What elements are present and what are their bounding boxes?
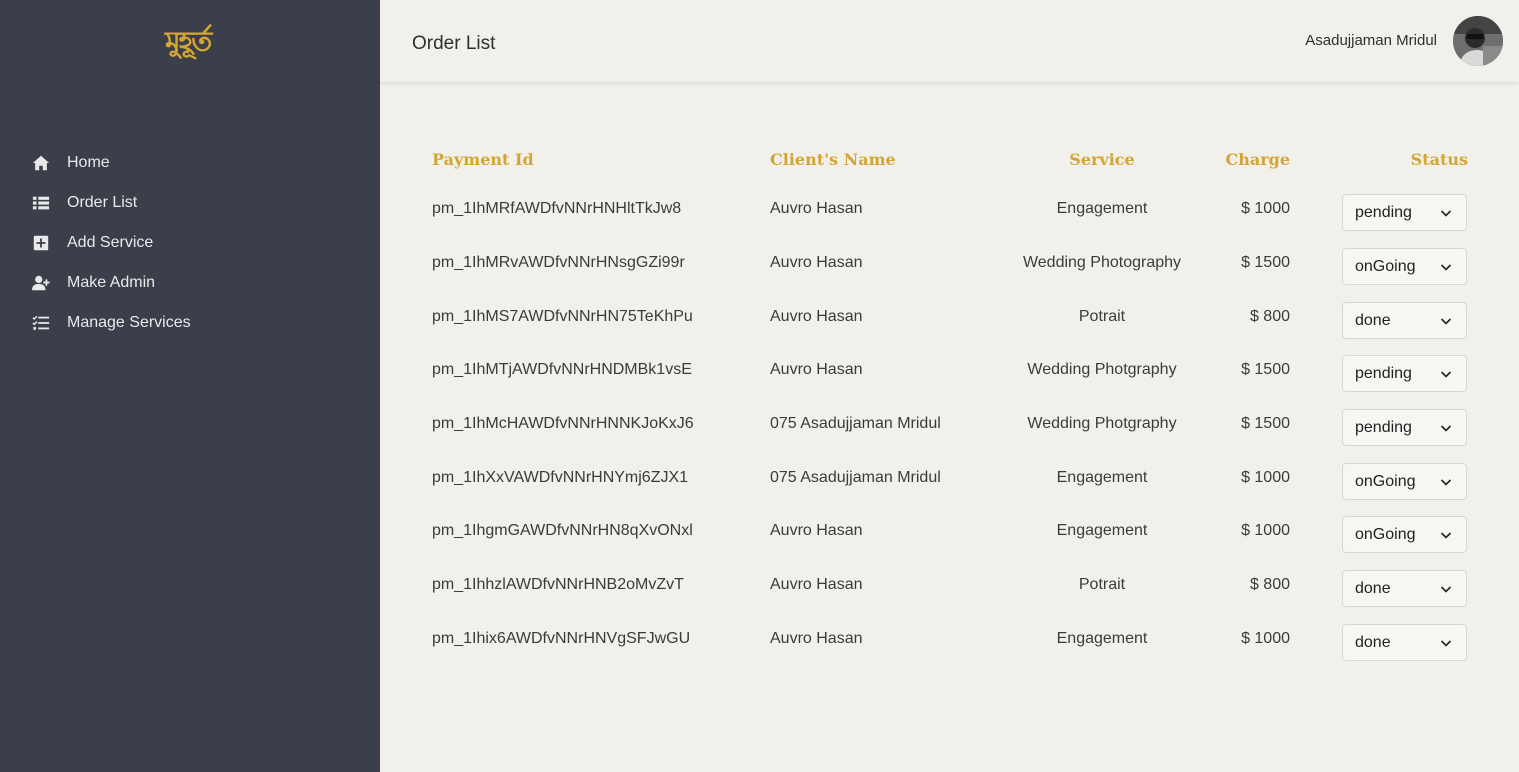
payment-id-cell: pm_1Ihix6AWDfvNNrHNVgSFJwGU bbox=[432, 630, 691, 647]
column-header-service: Service bbox=[1069, 150, 1135, 169]
table-row: pm_1IhMS7AWDfvNNrHN75TeKhPu Auvro Hasan … bbox=[432, 302, 1468, 342]
table-row: pm_1IhMcHAWDfvNNrHNNKJoKxJ6 075 Asadujja… bbox=[432, 409, 1468, 449]
chevron-down-icon bbox=[1440, 210, 1452, 217]
payment-id-cell: pm_1IhMRvAWDfvNNrHNsgGZi99r bbox=[432, 254, 685, 271]
charge-cell: $ 1500 bbox=[1241, 361, 1290, 378]
status-select[interactable]: pending bbox=[1342, 355, 1467, 392]
chevron-down-icon bbox=[1440, 371, 1452, 378]
sidebar: মুহূর্ত Home Order List Add Service Make… bbox=[0, 0, 380, 772]
service-cell: Engagement bbox=[1056, 200, 1148, 217]
status-value: pending bbox=[1355, 418, 1412, 436]
chevron-down-icon bbox=[1440, 425, 1452, 432]
sidebar-item-home[interactable]: Home bbox=[0, 143, 380, 183]
plus-square-icon bbox=[31, 233, 51, 253]
chevron-down-icon bbox=[1440, 532, 1452, 539]
sidebar-item-label: Home bbox=[67, 154, 110, 171]
table-row: pm_1IhhzlAWDfvNNrHNB2oMvZvT Auvro Hasan … bbox=[432, 570, 1468, 610]
charge-cell: $ 800 bbox=[1249, 576, 1290, 593]
status-select[interactable]: done bbox=[1342, 624, 1467, 661]
column-header-status: Status bbox=[1410, 150, 1468, 169]
service-cell: Engagement bbox=[1056, 469, 1148, 486]
charge-cell: $ 1000 bbox=[1241, 630, 1290, 647]
table-row: pm_1IhMRvAWDfvNNrHNsgGZi99r Auvro Hasan … bbox=[432, 248, 1468, 288]
home-icon bbox=[31, 153, 51, 173]
chevron-down-icon bbox=[1440, 640, 1452, 647]
service-cell: Wedding Photgraphy bbox=[1027, 361, 1177, 378]
charge-cell: $ 800 bbox=[1249, 308, 1290, 325]
status-select[interactable]: done bbox=[1342, 302, 1467, 339]
sidebar-item-label: Order List bbox=[67, 194, 138, 211]
chevron-down-icon bbox=[1440, 479, 1452, 486]
service-cell: Wedding Photgraphy bbox=[1027, 415, 1177, 432]
sidebar-item-label: Manage Services bbox=[67, 314, 191, 331]
service-cell: Potrait bbox=[1078, 576, 1126, 593]
service-cell: Engagement bbox=[1056, 522, 1148, 539]
column-header-charge: Charge bbox=[1225, 150, 1290, 169]
chevron-down-icon bbox=[1440, 586, 1452, 593]
tasks-icon bbox=[31, 313, 51, 333]
user-name: Asadujjaman Mridul bbox=[1305, 32, 1437, 49]
brand-logo[interactable]: মুহূর্ত bbox=[165, 20, 212, 67]
payment-id-cell: pm_1IhMTjAWDfvNNrHNDMBk1vsE bbox=[432, 361, 692, 378]
status-select[interactable]: pending bbox=[1342, 409, 1467, 446]
table-row: pm_1IhXxVAWDfvNNrHNYmj6ZJX1 075 Asadujja… bbox=[432, 463, 1468, 503]
client-name-cell: Auvro Hasan bbox=[770, 522, 863, 539]
charge-cell: $ 1500 bbox=[1241, 254, 1290, 271]
client-name-cell: Auvro Hasan bbox=[770, 308, 863, 325]
user-plus-icon bbox=[31, 273, 51, 293]
payment-id-cell: pm_1IhMcHAWDfvNNrHNNKJoKxJ6 bbox=[432, 415, 694, 432]
payment-id-cell: pm_1IhMS7AWDfvNNrHN75TeKhPu bbox=[432, 308, 693, 325]
avatar[interactable] bbox=[1453, 16, 1503, 66]
service-cell: Potrait bbox=[1078, 308, 1126, 325]
client-name-cell: 075 Asadujjaman Mridul bbox=[770, 415, 941, 432]
charge-cell: $ 1000 bbox=[1241, 522, 1290, 539]
table-row: pm_1Ihix6AWDfvNNrHNVgSFJwGU Auvro Hasan … bbox=[432, 624, 1468, 664]
status-value: pending bbox=[1355, 203, 1412, 221]
charge-cell: $ 1000 bbox=[1241, 469, 1290, 486]
top-header: Order List Asadujjaman Mridul bbox=[380, 0, 1519, 82]
status-value: pending bbox=[1355, 364, 1412, 382]
sidebar-item-add-service[interactable]: Add Service bbox=[0, 223, 380, 263]
status-value: onGoing bbox=[1355, 525, 1416, 543]
client-name-cell: Auvro Hasan bbox=[770, 630, 863, 647]
payment-id-cell: pm_1IhgmGAWDfvNNrHN8qXvONxl bbox=[432, 522, 693, 539]
sidebar-item-make-admin[interactable]: Make Admin bbox=[0, 263, 380, 303]
client-name-cell: Auvro Hasan bbox=[770, 361, 863, 378]
table-row: pm_1IhMTjAWDfvNNrHNDMBk1vsE Auvro Hasan … bbox=[432, 355, 1468, 395]
sidebar-item-manage-services[interactable]: Manage Services bbox=[0, 303, 380, 343]
sidebar-item-label: Add Service bbox=[67, 234, 154, 251]
charge-cell: $ 1500 bbox=[1241, 415, 1290, 432]
service-cell: Engagement bbox=[1056, 630, 1148, 647]
status-value: done bbox=[1355, 311, 1391, 329]
client-name-cell: Auvro Hasan bbox=[770, 576, 863, 593]
status-value: onGoing bbox=[1355, 472, 1416, 490]
status-value: done bbox=[1355, 579, 1391, 597]
status-select[interactable]: pending bbox=[1342, 194, 1467, 231]
client-name-cell: 075 Asadujjaman Mridul bbox=[770, 469, 941, 486]
payment-id-cell: pm_1IhXxVAWDfvNNrHNYmj6ZJX1 bbox=[432, 469, 689, 486]
column-header-payment-id: Payment Id bbox=[432, 150, 534, 169]
status-select[interactable]: done bbox=[1342, 570, 1467, 607]
client-name-cell: Auvro Hasan bbox=[770, 200, 863, 217]
column-header-client-name: Client's Name bbox=[770, 150, 896, 169]
table-row: pm_1IhgmGAWDfvNNrHN8qXvONxl Auvro Hasan … bbox=[432, 516, 1468, 556]
status-select[interactable]: onGoing bbox=[1342, 463, 1467, 500]
sidebar-item-order-list[interactable]: Order List bbox=[0, 183, 380, 223]
payment-id-cell: pm_1IhMRfAWDfvNNrHNHltTkJw8 bbox=[432, 200, 682, 217]
status-value: onGoing bbox=[1355, 257, 1416, 275]
charge-cell: $ 1000 bbox=[1241, 200, 1290, 217]
table-row: pm_1IhMRfAWDfvNNrHNHltTkJw8 Auvro Hasan … bbox=[432, 194, 1468, 234]
status-value: done bbox=[1355, 633, 1391, 651]
sidebar-nav: Home Order List Add Service Make Admin M… bbox=[0, 143, 380, 343]
client-name-cell: Auvro Hasan bbox=[770, 254, 863, 271]
status-select[interactable]: onGoing bbox=[1342, 248, 1467, 285]
chevron-down-icon bbox=[1440, 318, 1452, 325]
status-select[interactable]: onGoing bbox=[1342, 516, 1467, 553]
payment-id-cell: pm_1IhhzlAWDfvNNrHNB2oMvZvT bbox=[432, 576, 684, 593]
page-title: Order List bbox=[412, 33, 496, 54]
sidebar-item-label: Make Admin bbox=[67, 274, 156, 291]
chevron-down-icon bbox=[1440, 264, 1452, 271]
service-cell: Wedding Photography bbox=[1022, 254, 1182, 271]
list-icon bbox=[31, 193, 51, 213]
